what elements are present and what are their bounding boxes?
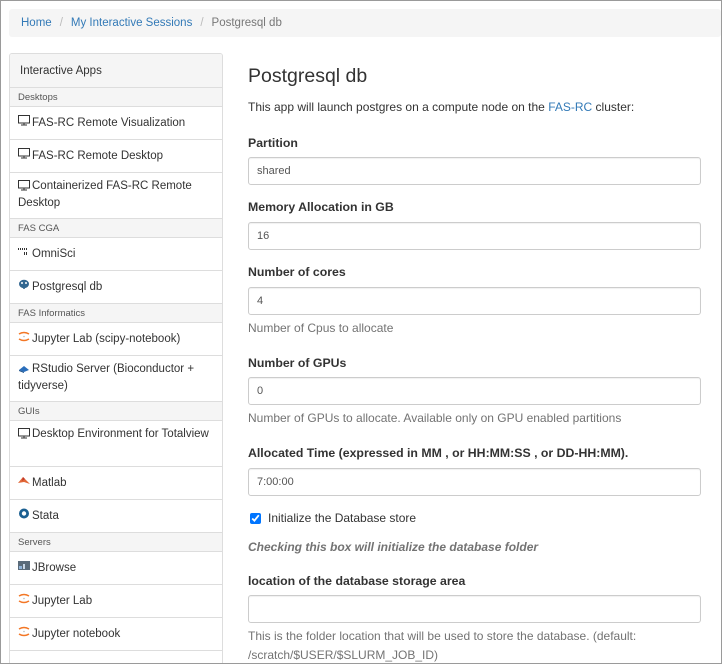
app-frame: Home / My Interactive Sessions / Postgre… (0, 0, 722, 664)
sidebar-category-fas-informatics: FAS Informatics (10, 304, 222, 323)
time-input[interactable] (248, 468, 701, 496)
sidebar-item-label: Stata (32, 509, 59, 522)
sidebar-item-label: Containerized FAS-RC Remote Desktop (18, 180, 192, 209)
partition-label: Partition (248, 136, 298, 150)
breadcrumb-sessions-link[interactable]: My Interactive Sessions (71, 17, 192, 29)
sidebar-item-text: Desktop Environment for Totalview (18, 427, 209, 444)
intro-prefix: This app will launch postgres on a compu… (248, 100, 549, 114)
rstudio-icon (18, 363, 30, 379)
time-label: Allocated Time (expressed in MM , or HH:… (248, 446, 629, 460)
jupyter-icon (18, 331, 30, 347)
init-db-checkbox-row[interactable]: Initialize the Database store (248, 511, 416, 525)
sidebar-item-label: Jupyter Lab (32, 594, 93, 607)
stata-icon (18, 508, 30, 524)
breadcrumb-current: Postgresql db (211, 17, 282, 29)
sidebar-item-label: RStudio Server (Bioconductor + tidyverse… (18, 363, 195, 392)
breadcrumb-separator: / (200, 17, 204, 29)
sidebar-item-label: FAS-RC Remote Desktop (32, 149, 164, 162)
monitor-icon (18, 148, 30, 164)
jbrowse-icon (18, 560, 30, 576)
sidebar-item-totalview[interactable]: Desktop Environment for Totalview (10, 421, 222, 467)
gpus-help-text: Number of GPUs to allocate. Available on… (248, 411, 622, 425)
sidebar-item-label: JBrowse (32, 561, 77, 574)
init-db-checkbox[interactable] (250, 512, 261, 524)
sidebar-category-fas-cga: FAS CGA (10, 219, 222, 238)
breadcrumb-separator: / (59, 17, 63, 29)
cores-input[interactable] (248, 287, 701, 315)
matlab-icon (18, 475, 30, 491)
fas-rc-link[interactable]: FAS-RC (548, 100, 592, 114)
sidebar-item-label: Postgresql db (32, 280, 103, 293)
location-input[interactable] (248, 595, 701, 623)
gpus-label: Number of GPUs (248, 356, 347, 370)
sidebar-item-containerized-desktop[interactable]: Containerized FAS-RC Remote Desktop (10, 173, 222, 219)
monitor-icon (18, 180, 30, 196)
monitor-icon (18, 115, 30, 131)
intro-text: This app will launch postgres on a compu… (248, 100, 634, 114)
sidebar-item-stata[interactable]: Stata (10, 500, 222, 533)
sidebar-item-jupyter-notebook[interactable]: Jupyter notebook (10, 618, 222, 651)
cores-label: Number of cores (248, 265, 346, 279)
sidebar-item-label: Matlab (32, 476, 67, 489)
sidebar-item-label: Jupyter Lab (scipy-notebook) (32, 332, 181, 345)
postgres-elephant-icon (18, 279, 30, 295)
omnisci-icon (18, 247, 30, 262)
sidebar-item-remote-desktop[interactable]: FAS-RC Remote Desktop (10, 140, 222, 173)
sidebar-category-servers: Servers (10, 533, 222, 552)
jupyter-icon (18, 626, 30, 642)
sidebar-item-jbrowse[interactable]: JBrowse (10, 552, 222, 585)
sidebar-item-label: FAS-RC Remote Visualization (32, 116, 186, 129)
sidebar-item-matlab[interactable]: Matlab (10, 467, 222, 500)
init-db-help-text: Checking this box will initialize the da… (248, 540, 539, 554)
sidebar-apps-list: Interactive Apps Desktops FAS-RC Remote … (9, 53, 223, 663)
monitor-icon (18, 428, 30, 444)
sidebar-item-postgresql[interactable]: Postgresql db (10, 271, 222, 304)
sidebar-category-guis: GUIs (10, 402, 222, 421)
sidebar-item-rstudio[interactable]: RStudio Server (Bioconductor + tidyverse… (10, 356, 222, 402)
sidebar-category-desktops: Desktops (10, 88, 222, 107)
sidebar-item-jupyter-lab[interactable]: Jupyter Lab (10, 585, 222, 618)
breadcrumb: Home / My Interactive Sessions / Postgre… (9, 9, 721, 37)
cores-help-text: Number of Cpus to allocate (248, 321, 394, 335)
sidebar-item-label: OmniSci (32, 247, 76, 260)
page-title: Postgresql db (248, 65, 368, 87)
sidebar-item-omnisci[interactable]: OmniSci (10, 238, 222, 271)
gpus-input[interactable] (248, 377, 701, 405)
memory-input[interactable] (248, 222, 701, 250)
partition-input[interactable] (248, 157, 701, 185)
location-label: location of the database storage area (248, 574, 466, 588)
sidebar-item-text: RStudio Server (Bioconductor + tidyverse… (18, 362, 214, 394)
sidebar-item-text: Containerized FAS-RC Remote Desktop (18, 179, 214, 211)
intro-suffix: cluster: (592, 100, 635, 114)
sidebar-item-jupyter-lab-scipy[interactable]: Jupyter Lab (scipy-notebook) (10, 323, 222, 356)
sidebar-heading: Interactive Apps (10, 54, 222, 88)
sidebar-item-label: Jupyter notebook (32, 627, 121, 640)
init-db-label: Initialize the Database store (268, 511, 417, 525)
breadcrumb-home-link[interactable]: Home (21, 17, 52, 29)
jupyter-icon (18, 593, 30, 609)
location-help-text: This is the folder location that will be… (248, 629, 637, 662)
memory-label: Memory Allocation in GB (248, 200, 394, 214)
sidebar-item-label: Desktop Environment for Totalview (32, 428, 209, 440)
sidebar-item-remote-visualization[interactable]: FAS-RC Remote Visualization (10, 107, 222, 140)
